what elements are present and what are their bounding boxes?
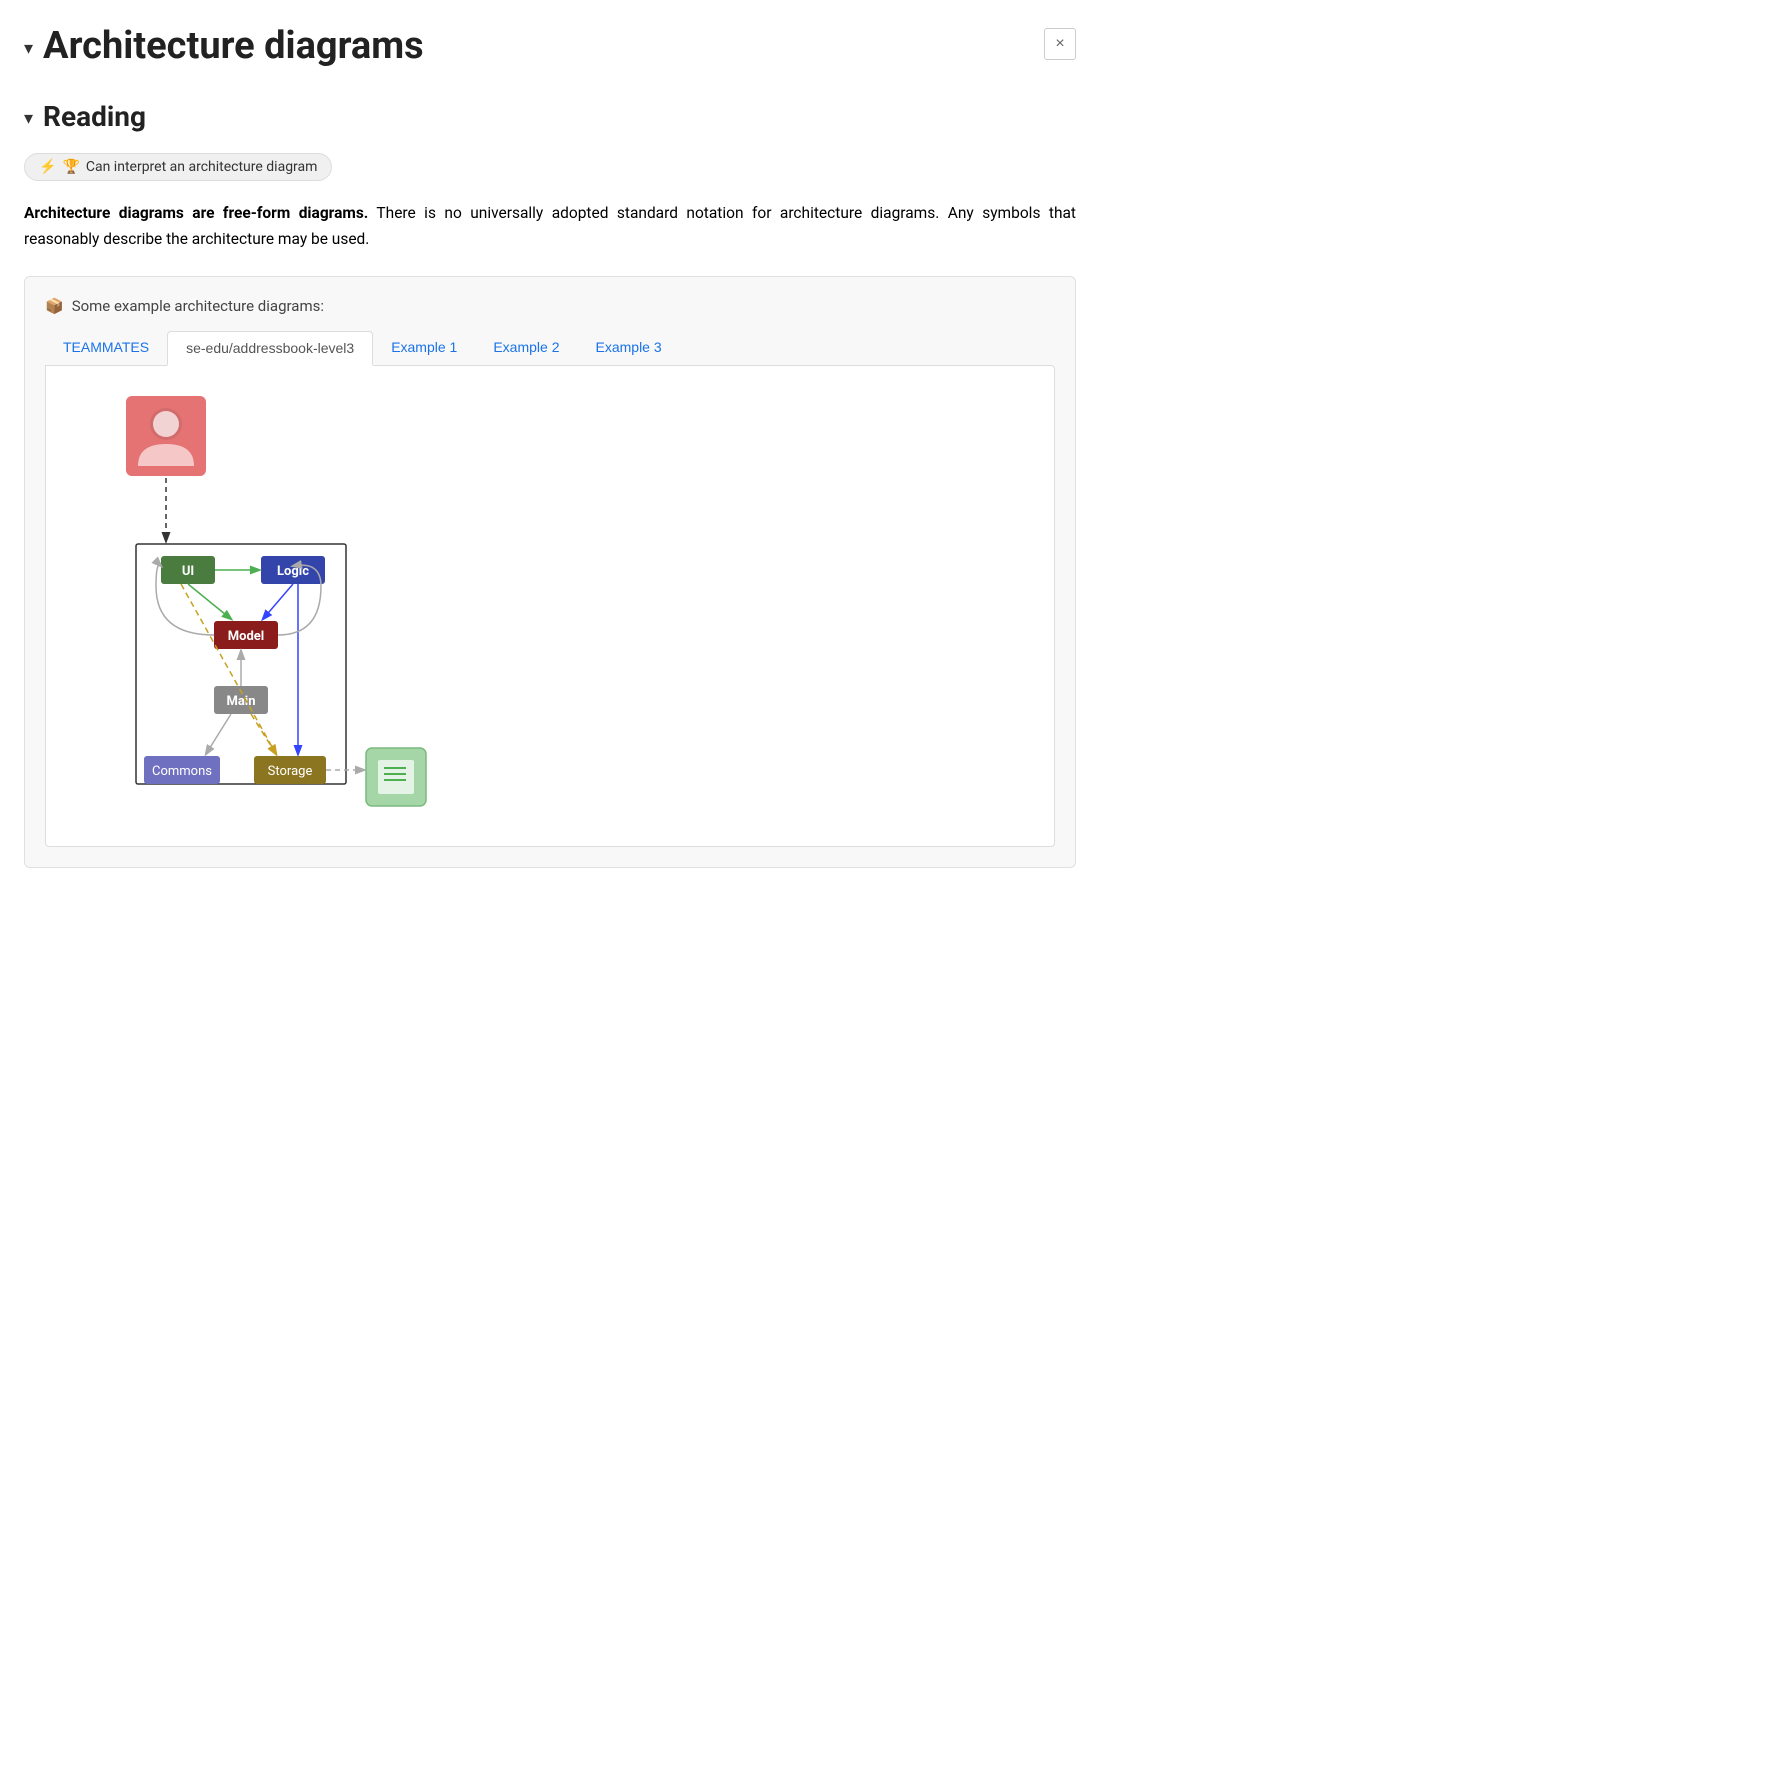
close-button[interactable]: ×	[1044, 28, 1076, 60]
section-title: Reading	[43, 100, 146, 133]
description-paragraph: Architecture diagrams are free-form diag…	[24, 201, 1076, 252]
description-bold: Architecture diagrams are free-form diag…	[24, 204, 368, 222]
tab-example2[interactable]: Example 2	[475, 331, 577, 365]
page-title: Architecture diagrams	[43, 24, 424, 68]
lightning-icon: ⚡	[39, 159, 56, 175]
tab-example1[interactable]: Example 1	[373, 331, 475, 365]
user-icon	[126, 396, 206, 476]
trophy-icon: 🏆	[62, 159, 79, 175]
section-chevron-icon[interactable]: ▾	[24, 108, 33, 129]
example-box: 📦 Some example architecture diagrams: TE…	[24, 276, 1076, 868]
box-icon: 📦	[45, 297, 64, 315]
architecture-diagram: UI Logic Model Main Commons Storage	[66, 386, 446, 826]
tab-se-edu[interactable]: se-edu/addressbook-level3	[167, 331, 373, 366]
svg-text:Storage: Storage	[268, 764, 313, 779]
svg-text:Commons: Commons	[152, 764, 212, 779]
diagram-container: UI Logic Model Main Commons Storage	[66, 386, 1034, 826]
example-box-title: 📦 Some example architecture diagrams:	[45, 297, 1055, 315]
tab-teammates[interactable]: TEAMMATES	[45, 331, 167, 365]
tab-example3[interactable]: Example 3	[578, 331, 680, 365]
tab-bar: TEAMMATES se-edu/addressbook-level3 Exam…	[45, 331, 1055, 365]
objective-badge: ⚡ 🏆 Can interpret an architecture diagra…	[24, 153, 332, 181]
svg-text:UI: UI	[182, 564, 194, 579]
page-chevron-icon[interactable]: ▾	[24, 38, 33, 59]
badge-text: Can interpret an architecture diagram	[86, 159, 318, 175]
diagram-area: UI Logic Model Main Commons Storage	[45, 365, 1055, 847]
svg-text:Main: Main	[226, 694, 255, 709]
svg-text:Model: Model	[228, 629, 265, 644]
example-box-title-text: Some example architecture diagrams:	[72, 297, 324, 315]
